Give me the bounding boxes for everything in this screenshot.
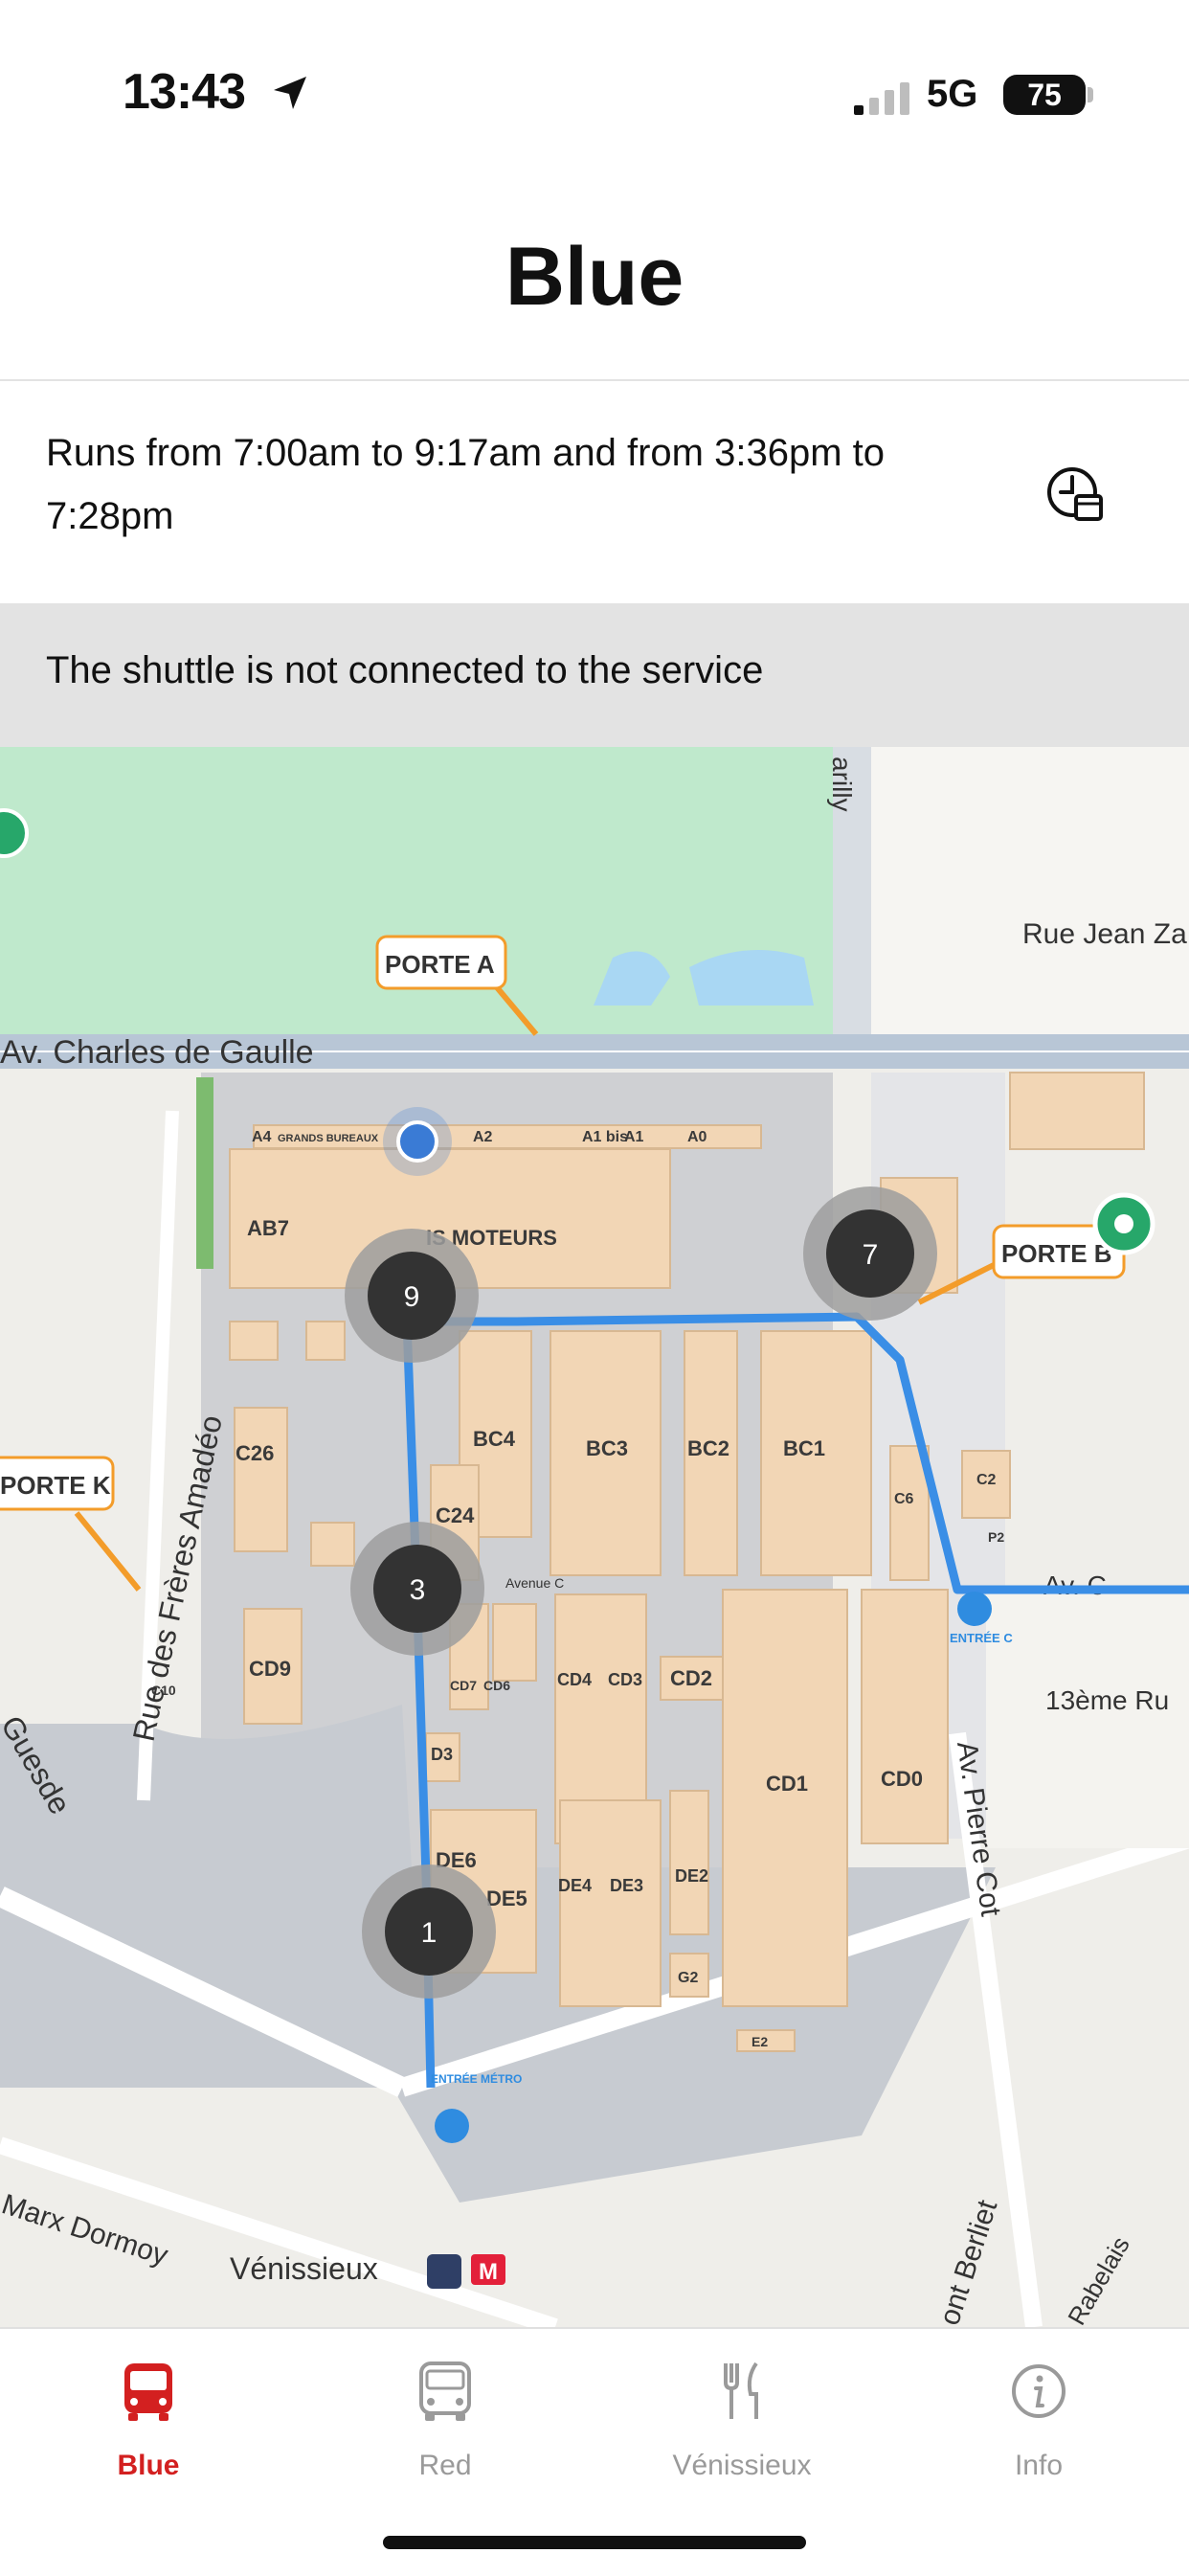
label-a0: A0 bbox=[687, 1129, 707, 1145]
stop-1-label: 1 bbox=[421, 1917, 437, 1949]
street-berliet: ont Berliet bbox=[933, 2196, 1003, 2327]
label-bc2: BC2 bbox=[687, 1436, 729, 1460]
building-cd1 bbox=[722, 1589, 848, 2007]
gate-k-pointer bbox=[74, 1511, 142, 1592]
street-charles-de-gaulle: Av. Charles de Gaulle bbox=[0, 1034, 314, 1071]
pedestrian-icon bbox=[435, 2109, 469, 2143]
green-pin-icon[interactable] bbox=[0, 808, 29, 858]
building-cd5 bbox=[492, 1603, 537, 1682]
label-c2: C2 bbox=[976, 1472, 997, 1488]
label-a4: A4 bbox=[252, 1129, 272, 1145]
building-cd0 bbox=[861, 1589, 949, 1844]
page-title: Blue bbox=[505, 231, 684, 323]
label-p2: P2 bbox=[988, 1529, 1004, 1545]
fork-knife-icon bbox=[724, 2361, 758, 2419]
clock-calendar-icon[interactable] bbox=[1045, 463, 1107, 525]
label-cd7: CD7 bbox=[450, 1678, 477, 1693]
schedule-text: Runs from 7:00am to 9:17am and from 3:36… bbox=[46, 432, 885, 537]
label-c26: C26 bbox=[236, 1441, 274, 1465]
building-east bbox=[1009, 1072, 1145, 1150]
label-de3: DE3 bbox=[610, 1876, 643, 1895]
label-de2: DE2 bbox=[675, 1866, 708, 1886]
label-cd2: CD2 bbox=[670, 1666, 712, 1690]
battery-icon: 75 bbox=[1003, 75, 1086, 115]
status-time: 13:43 bbox=[123, 64, 246, 120]
connection-notice-text: The shuttle is not connected to the serv… bbox=[46, 649, 764, 691]
tab-info-label: Info bbox=[1014, 2450, 1064, 2481]
stop-7-label: 7 bbox=[863, 1239, 879, 1271]
user-location-icon[interactable] bbox=[396, 1120, 438, 1163]
gate-b-label: PORTE B bbox=[1001, 1239, 1112, 1268]
street-rabelais: Rabelais bbox=[1062, 2231, 1135, 2327]
label-cd1: CD1 bbox=[766, 1772, 808, 1796]
label-c6: C6 bbox=[894, 1491, 914, 1507]
entrance-c-label: ENTRÉE C bbox=[950, 1631, 1013, 1645]
building-small bbox=[305, 1321, 346, 1361]
building-de2 bbox=[669, 1790, 709, 1935]
tab-blue[interactable]: Blue bbox=[0, 2329, 297, 2520]
label-ab7: AB7 bbox=[247, 1216, 289, 1240]
tab-red[interactable]: Red bbox=[297, 2329, 594, 2520]
bus-outline-icon bbox=[419, 2361, 471, 2421]
label-a1bis: A1 bis bbox=[582, 1129, 628, 1145]
tab-info[interactable]: Info bbox=[890, 2329, 1187, 2520]
station-venissieux: Vénissieux bbox=[230, 2251, 378, 2286]
signal-bars-icon bbox=[854, 82, 909, 115]
location-arrow-icon bbox=[274, 77, 306, 109]
label-cd6: CD6 bbox=[483, 1678, 510, 1693]
label-a1: A1 bbox=[624, 1129, 644, 1145]
green-pin-center bbox=[1114, 1214, 1133, 1233]
label-bc4: BC4 bbox=[473, 1427, 516, 1451]
label-de5: DE5 bbox=[486, 1887, 527, 1910]
tab-red-label: Red bbox=[418, 2450, 472, 2481]
battery-tip bbox=[1088, 87, 1093, 102]
street-avenue-c: Avenue C bbox=[505, 1575, 564, 1591]
city-block bbox=[986, 1590, 1189, 1848]
label-c24: C24 bbox=[436, 1503, 475, 1527]
label-bc1: BC1 bbox=[783, 1436, 825, 1460]
route-map[interactable]: AB7 IS MOTEURS A4 GRANDS BUREAUX A2 A1 b… bbox=[0, 747, 1189, 2327]
label-e2: E2 bbox=[752, 2034, 768, 2049]
tab-venissieux-label: Vénissieux bbox=[672, 2450, 812, 2481]
city-block bbox=[866, 747, 1189, 1034]
label-cd9: CD9 bbox=[249, 1657, 291, 1681]
greenery bbox=[196, 1077, 213, 1269]
info-icon bbox=[1012, 2364, 1066, 2418]
stop-3-label: 3 bbox=[410, 1574, 426, 1606]
pedestrian-icon bbox=[957, 1592, 992, 1626]
bus-icon bbox=[124, 2363, 172, 2421]
map-canvas[interactable]: AB7 IS MOTEURS A4 GRANDS BUREAUX A2 A1 b… bbox=[0, 747, 1189, 2327]
street-13eme: 13ème Ru bbox=[1045, 1685, 1169, 1715]
metro-letter-icon: M bbox=[479, 2259, 498, 2285]
header-divider bbox=[0, 379, 1189, 381]
stop-9-label: 9 bbox=[404, 1281, 420, 1313]
network-type: 5G bbox=[927, 73, 978, 115]
label-cd0: CD0 bbox=[881, 1767, 923, 1791]
gate-k-label: PORTE K bbox=[0, 1471, 111, 1500]
building-small bbox=[229, 1321, 279, 1361]
home-indicator bbox=[383, 2536, 806, 2549]
label-cd4: CD4 bbox=[557, 1670, 592, 1689]
street-parilly: arilly bbox=[827, 757, 857, 812]
label-de4: DE4 bbox=[558, 1876, 592, 1895]
tab-blue-label: Blue bbox=[117, 2450, 180, 2481]
label-d3: D3 bbox=[431, 1745, 453, 1764]
label-bc3: BC3 bbox=[586, 1436, 628, 1460]
label-g2: G2 bbox=[678, 1970, 698, 1986]
label-cd3: CD3 bbox=[608, 1670, 642, 1689]
label-a2: A2 bbox=[473, 1129, 493, 1145]
tab-venissieux[interactable]: Vénissieux bbox=[594, 2329, 890, 2520]
tram-icon bbox=[427, 2254, 461, 2289]
label-grands-bureaux: GRANDS BUREAUX bbox=[278, 1133, 379, 1144]
building-c26 bbox=[234, 1407, 288, 1552]
entrance-metro-label: ENTRÉE MÉTRO bbox=[431, 2071, 522, 2086]
building-de4 bbox=[559, 1799, 662, 2007]
gate-a-label: PORTE A bbox=[385, 950, 495, 979]
street-jean: Rue Jean Za bbox=[1022, 918, 1187, 950]
building-small bbox=[310, 1522, 355, 1567]
